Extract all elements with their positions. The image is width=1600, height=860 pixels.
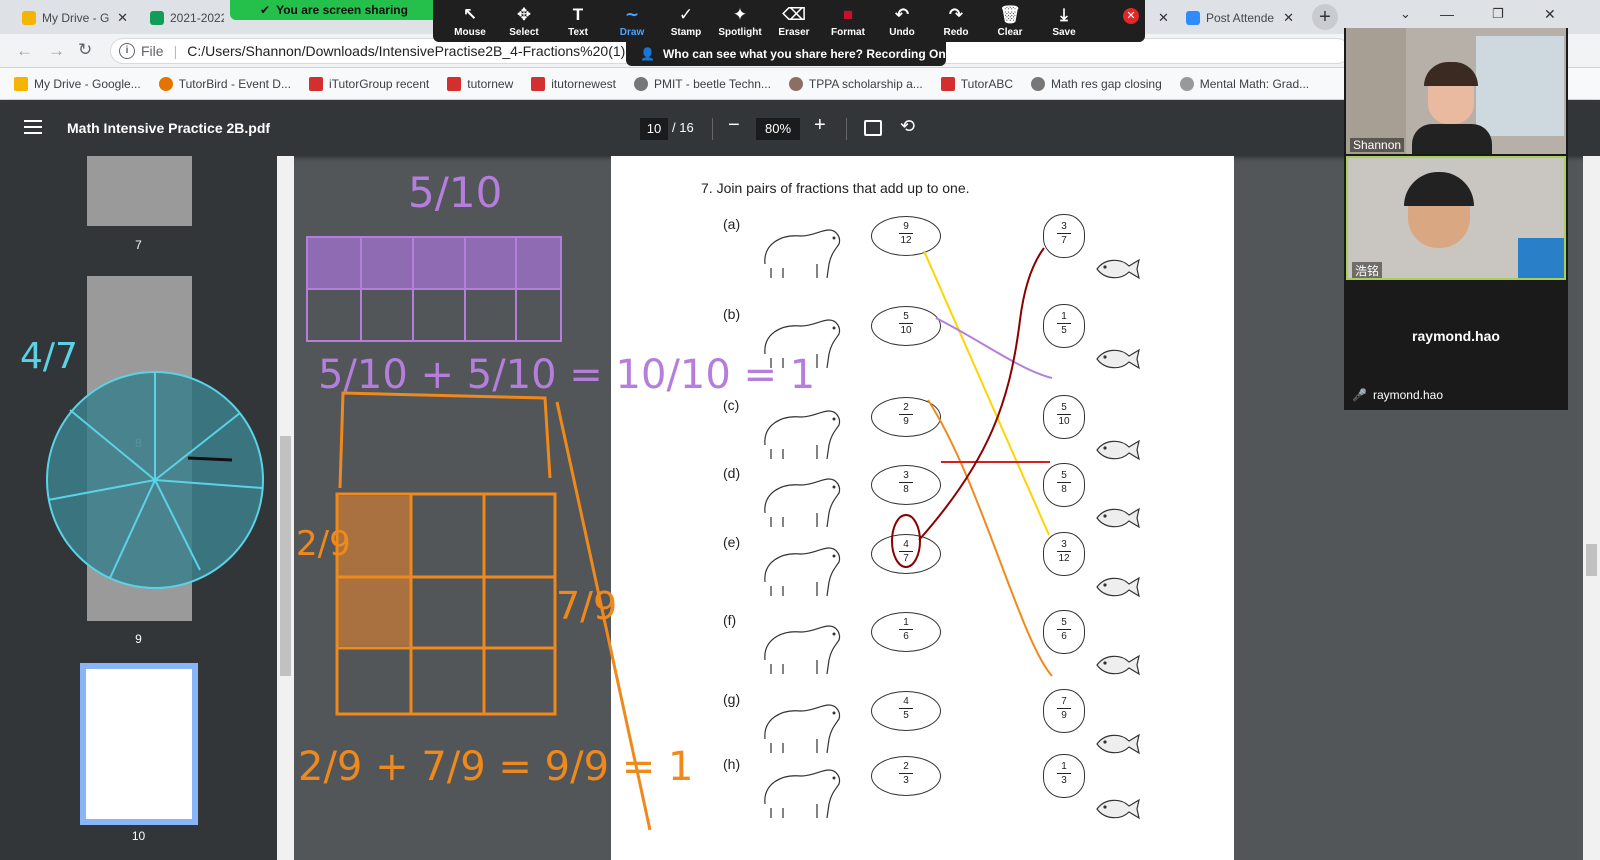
tool-text[interactable]: T Text	[551, 3, 605, 38]
annotation-five-tenths: 5/10	[408, 168, 503, 217]
share-banner-text: You are screen sharing	[276, 3, 408, 17]
muted-mic-icon: 🎤	[1352, 388, 1367, 402]
screen: My Drive - G ✕ 2021-2022 ✕ Post Attende …	[0, 0, 1600, 860]
share-shield-icon: ✔	[260, 3, 271, 17]
tool-label: Undo	[889, 27, 915, 38]
eraser-icon: ⌫	[781, 5, 807, 24]
participant-name: raymond.hao	[1372, 388, 1443, 402]
host-name: Shannon	[1350, 138, 1405, 152]
tool-stamp[interactable]: ✓ Stamp	[659, 3, 713, 38]
redo-icon: ↷	[948, 5, 964, 24]
tool-save[interactable]: ⤓ Save	[1037, 3, 1091, 38]
undo-icon: ↶	[894, 5, 910, 24]
tool-label: Redo	[943, 27, 969, 38]
annotation-seven-ninths: 7/9	[556, 584, 618, 628]
tool-label: Format	[831, 27, 865, 38]
annotation-equation-tenths: 5/10 + 5/10 = 10/10 = 1	[318, 352, 816, 398]
screen-sharing-banner[interactable]: ✔ You are screen sharing	[230, 0, 438, 20]
tool-redo[interactable]: ↷ Redo	[929, 3, 983, 38]
video-panel: Shannon 浩铭 raymond.hao 🎤 raymond.hao	[1344, 28, 1568, 410]
annotation-equation-ninths: 2/9 + 7/9 = 9/9 = 1	[298, 744, 694, 790]
draw-icon: ∼	[624, 5, 640, 24]
participant-name-large: raymond.hao	[1412, 328, 1500, 344]
tool-label: Save	[1052, 27, 1076, 38]
text-icon: T	[572, 5, 584, 24]
tool-clear[interactable]: 🗑 Clear	[983, 3, 1037, 38]
format-icon: ■	[842, 5, 854, 24]
annotation-four-sevenths: 4/7	[20, 336, 78, 377]
student-video[interactable]: 浩铭	[1346, 156, 1566, 280]
tool-label: Text	[568, 27, 588, 38]
annotation-toolbar: ↖ Mouse ✥ Select T Text ∼ Draw ✓ Stamp ✦ Spotlight ⌫…	[433, 0, 1145, 42]
tool-undo[interactable]: ↶ Undo	[875, 3, 929, 38]
recording-notice-text: Who can see what you share here? Recordi…	[662, 47, 946, 61]
mouse-icon: ↖	[462, 5, 478, 24]
close-toolbar-icon[interactable]: ✕	[1123, 8, 1139, 24]
stamp-icon: ✓	[678, 5, 694, 24]
spotlight-icon: ✦	[732, 5, 748, 24]
tool-label: Draw	[619, 27, 645, 38]
tool-label: Mouse	[454, 27, 486, 38]
tool-label: Clear	[997, 27, 1023, 38]
save-icon: ⤓	[1060, 5, 1068, 24]
annotation-two-ninths: 2/9	[296, 524, 351, 564]
tool-format[interactable]: ■ Format	[821, 3, 875, 38]
tool-label: Spotlight	[718, 27, 762, 38]
tool-mouse[interactable]: ↖ Mouse	[443, 3, 497, 38]
tool-label: Eraser	[778, 27, 810, 38]
student-label: 浩铭	[1352, 262, 1383, 278]
tool-label: Stamp	[670, 27, 702, 38]
host-video[interactable]: Shannon	[1346, 28, 1566, 154]
recording-notice[interactable]: 👤 Who can see what you share here? Recor…	[626, 42, 946, 66]
tool-eraser[interactable]: ⌫ Eraser	[767, 3, 821, 38]
tool-select[interactable]: ✥ Select	[497, 3, 551, 38]
person-icon: 👤	[640, 47, 655, 61]
tool-draw[interactable]: ∼ Draw	[605, 3, 659, 38]
tool-label: Select	[509, 27, 539, 38]
tool-spotlight[interactable]: ✦ Spotlight	[713, 3, 767, 38]
clear-icon: 🗑	[999, 5, 1021, 24]
select-icon: ✥	[516, 5, 532, 24]
